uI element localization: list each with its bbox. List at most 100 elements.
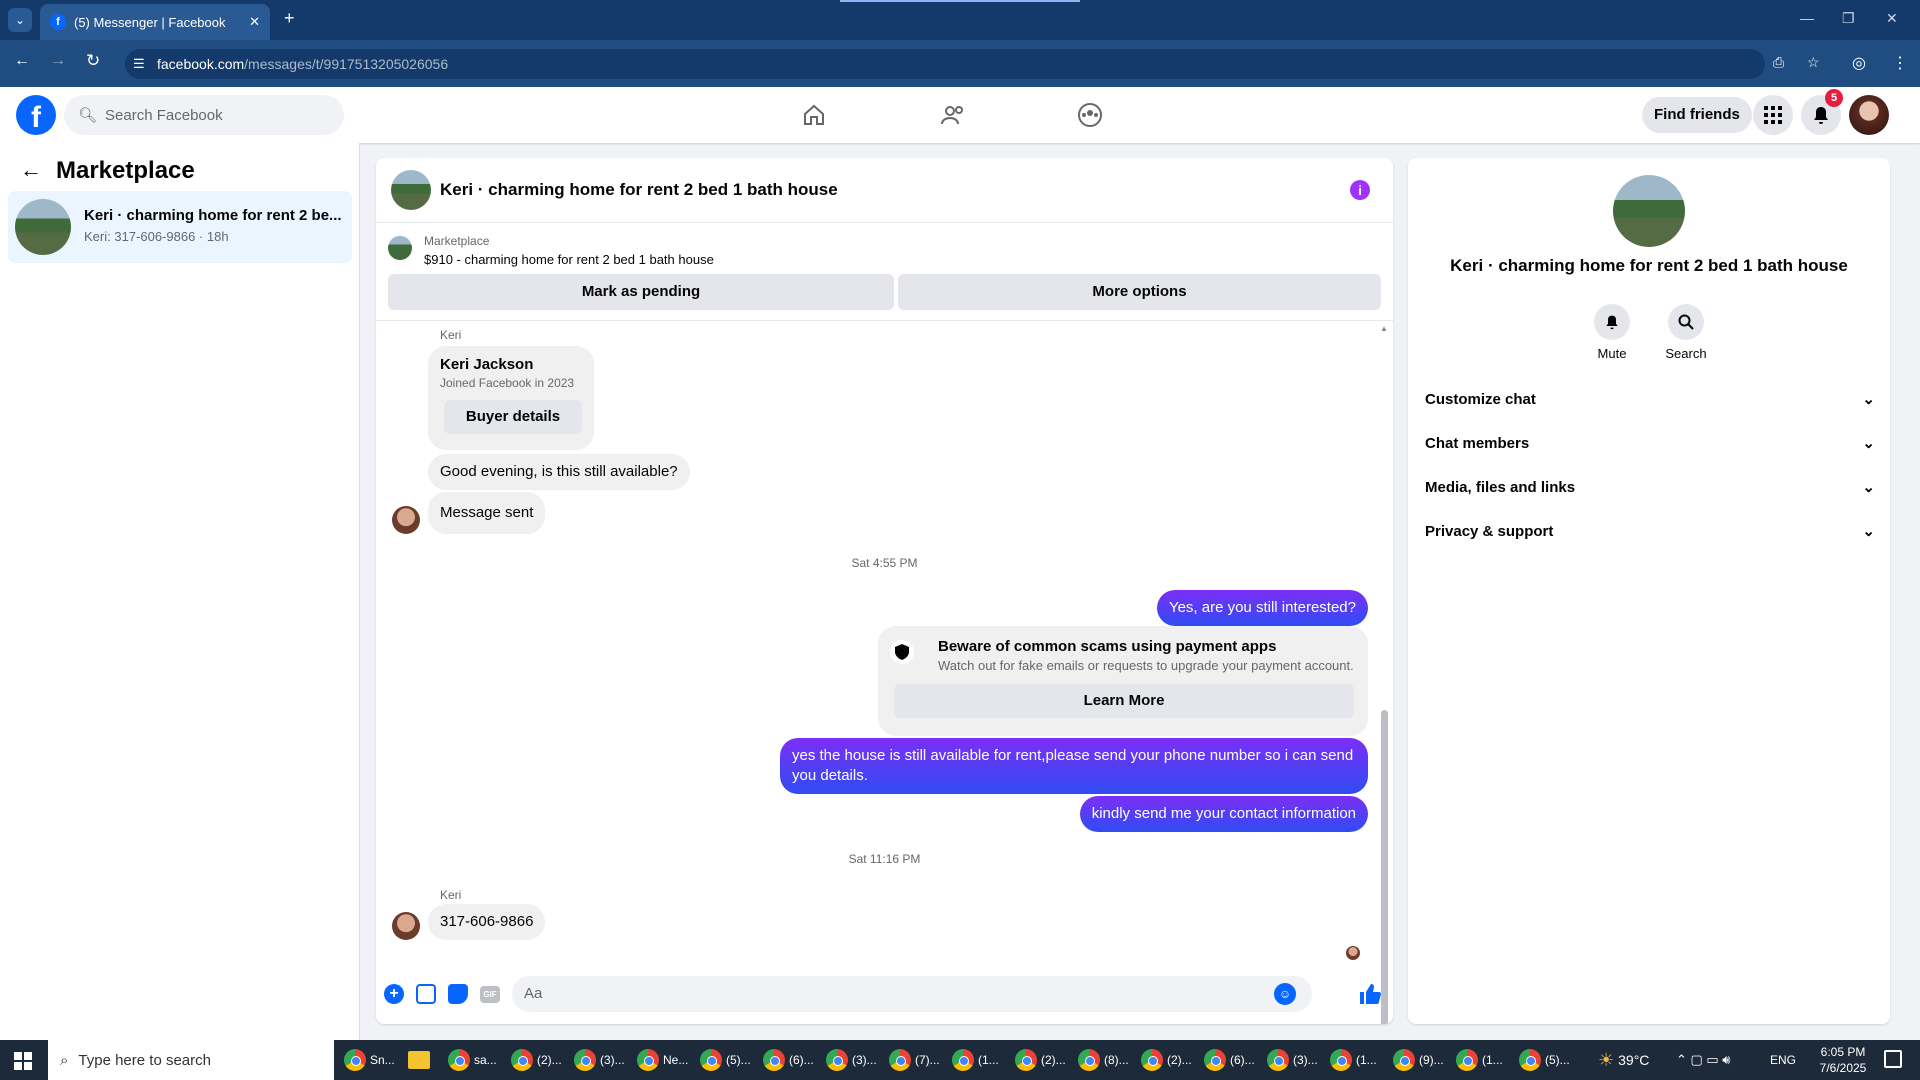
scroll-up-icon[interactable]: ▲ bbox=[1380, 324, 1388, 333]
chat-panel: Keri · charming home for rent 2 bed 1 ba… bbox=[376, 158, 1393, 1024]
listing-title[interactable]: $910 - charming home for rent 2 bed 1 ba… bbox=[424, 252, 714, 267]
taskbar-app[interactable]: (2)... bbox=[511, 1046, 562, 1074]
taskbar-app[interactable]: (2)... bbox=[1015, 1046, 1066, 1074]
taskbar-app[interactable]: (7)... bbox=[889, 1046, 940, 1074]
chat-header-title[interactable]: Keri · charming home for rent 2 bed 1 ba… bbox=[440, 180, 838, 200]
minimize-icon[interactable]: — bbox=[1800, 10, 1814, 26]
search-conversation-button[interactable]: Search bbox=[1656, 304, 1716, 361]
reload-icon[interactable]: ↻ bbox=[86, 51, 100, 71]
message-bubble[interactable]: 317-606-9866 bbox=[428, 904, 546, 940]
browser-profile-icon[interactable]: ◎ bbox=[1852, 53, 1866, 73]
windows-taskbar: ⌕ Type here to search Sn... sa... (2)...… bbox=[0, 1040, 1920, 1080]
taskbar-app[interactable]: (8)... bbox=[1078, 1046, 1129, 1074]
notifications-center-icon[interactable] bbox=[1884, 1050, 1902, 1068]
message-bubble-outgoing[interactable]: Yes, are you still interested? bbox=[1156, 590, 1368, 626]
menu-grid-icon[interactable] bbox=[1753, 95, 1793, 135]
privacy-support-section[interactable]: Privacy & support ⌄ bbox=[1425, 522, 1875, 541]
groups-icon[interactable] bbox=[1077, 102, 1103, 128]
taskbar-app[interactable]: (5)... bbox=[700, 1046, 751, 1074]
chat-members-section[interactable]: Chat members ⌄ bbox=[1425, 434, 1875, 453]
find-friends-button[interactable]: Find friends bbox=[1642, 97, 1752, 133]
chevron-down-icon: ⌄ bbox=[1862, 523, 1875, 540]
taskbar-app[interactable]: (5)... bbox=[1519, 1046, 1570, 1074]
profile-avatar[interactable] bbox=[1849, 95, 1889, 135]
photo-icon[interactable] bbox=[416, 984, 436, 1004]
notifications-bell-icon[interactable]: 5 bbox=[1801, 89, 1843, 135]
scrollbar-track[interactable]: ▲ ▼ bbox=[1379, 324, 1389, 1024]
system-tray-icons[interactable]: ⌃ ▢ ▭ 🔊︎ bbox=[1676, 1046, 1730, 1074]
message-bubble[interactable]: Good evening, is this still available? bbox=[428, 454, 690, 490]
conversation-details-panel: Keri · charming home for rent 2 bed 1 ba… bbox=[1408, 158, 1890, 1024]
customize-chat-section[interactable]: Customize chat ⌄ bbox=[1425, 390, 1875, 409]
media-files-links-section[interactable]: Media, files and links ⌄ bbox=[1425, 478, 1875, 497]
clock[interactable]: 6:05 PM 7/6/2025 bbox=[1808, 1044, 1878, 1076]
taskbar-app[interactable]: Sn... bbox=[344, 1046, 395, 1074]
chevron-down-icon: ⌄ bbox=[1862, 479, 1875, 496]
message-bubble-outgoing[interactable]: yes the house is still available for ren… bbox=[780, 738, 1368, 794]
chrome-icon bbox=[1015, 1049, 1037, 1071]
tab-list-button[interactable]: ⌄ bbox=[8, 8, 32, 32]
close-window-icon[interactable]: ✕ bbox=[1886, 10, 1898, 27]
chat-header-avatar[interactable] bbox=[391, 170, 431, 210]
taskbar-file-explorer[interactable] bbox=[408, 1046, 430, 1074]
taskbar-app[interactable]: (1... bbox=[1456, 1046, 1503, 1074]
message-bubble-outgoing[interactable]: kindly send me your contact information bbox=[1079, 796, 1368, 832]
url-path: /messages/t/9917513205026056 bbox=[244, 56, 449, 72]
facebook-search-input[interactable]: 🔍︎ Search Facebook bbox=[64, 95, 344, 135]
sticker-icon[interactable] bbox=[448, 984, 468, 1004]
chrome-icon bbox=[1456, 1049, 1478, 1071]
more-options-button[interactable]: More options bbox=[898, 274, 1381, 310]
weather-widget[interactable]: ☀ 39°C bbox=[1598, 1046, 1649, 1074]
taskbar-app[interactable]: (2)... bbox=[1141, 1046, 1192, 1074]
add-plus-icon[interactable]: + bbox=[384, 984, 404, 1004]
taskbar-app[interactable]: (6)... bbox=[1204, 1046, 1255, 1074]
conversation-item[interactable]: Keri · charming home for rent 2 be... Ke… bbox=[8, 191, 352, 263]
taskbar-app[interactable]: Ne... bbox=[637, 1046, 688, 1074]
taskbar-search-input[interactable]: ⌕ Type here to search bbox=[48, 1040, 334, 1080]
buyer-details-button[interactable]: Buyer details bbox=[444, 400, 582, 434]
taskbar-app[interactable]: (1... bbox=[952, 1046, 999, 1074]
new-tab-icon[interactable]: + bbox=[284, 8, 295, 29]
tab-title: (5) Messenger | Facebook bbox=[74, 14, 226, 30]
bookmark-star-icon[interactable]: ☆ bbox=[1807, 54, 1820, 71]
taskbar-app[interactable]: (3)... bbox=[826, 1046, 877, 1074]
restore-icon[interactable]: ❐ bbox=[1842, 10, 1855, 27]
search-label: Search bbox=[1665, 346, 1707, 361]
facebook-favicon-icon: f bbox=[50, 14, 66, 30]
friends-icon[interactable] bbox=[940, 103, 966, 127]
forward-icon[interactable]: → bbox=[50, 52, 66, 70]
taskbar-app[interactable]: (9)... bbox=[1393, 1046, 1444, 1074]
info-icon[interactable]: i bbox=[1350, 180, 1370, 200]
gif-icon[interactable]: GIF bbox=[480, 986, 500, 1003]
chrome-icon bbox=[763, 1049, 785, 1071]
taskbar-app[interactable]: sa... bbox=[448, 1046, 497, 1074]
home-icon[interactable] bbox=[802, 103, 826, 127]
sender-label: Keri bbox=[440, 328, 462, 342]
mark-pending-button[interactable]: Mark as pending bbox=[388, 274, 894, 310]
site-info-icon[interactable]: ☰ bbox=[133, 56, 145, 72]
taskbar-app[interactable]: (1... bbox=[1330, 1046, 1377, 1074]
thumbs-up-icon[interactable] bbox=[1358, 982, 1382, 1006]
windows-start-icon[interactable] bbox=[14, 1052, 32, 1070]
taskbar-app[interactable]: (3)... bbox=[1267, 1046, 1318, 1074]
taskbar-search-placeholder: Type here to search bbox=[78, 1051, 211, 1069]
details-avatar[interactable] bbox=[1613, 175, 1685, 247]
bell-icon bbox=[1594, 304, 1630, 340]
emoji-icon[interactable]: ☺ bbox=[1274, 983, 1296, 1005]
back-arrow-icon[interactable]: ← bbox=[20, 157, 42, 183]
message-input[interactable]: Aa ☺ bbox=[512, 976, 1312, 1012]
message-bubble[interactable]: Message sent bbox=[428, 492, 546, 534]
back-icon[interactable]: ← bbox=[14, 52, 30, 70]
learn-more-button[interactable]: Learn More bbox=[894, 684, 1354, 718]
taskbar-app[interactable]: (6)... bbox=[763, 1046, 814, 1074]
language-indicator[interactable]: ENG bbox=[1770, 1046, 1796, 1074]
taskbar-app[interactable]: (3)... bbox=[574, 1046, 625, 1074]
browser-tab-active[interactable]: f (5) Messenger | Facebook ✕ bbox=[40, 4, 270, 40]
url-bar[interactable]: ☰ facebook.com/messages/t/99175132050260… bbox=[125, 49, 1820, 79]
install-icon[interactable]: ⎙ bbox=[1773, 54, 1784, 71]
scrollbar-thumb[interactable] bbox=[1381, 710, 1388, 1024]
mute-button[interactable]: Mute bbox=[1592, 304, 1632, 361]
browser-menu-icon[interactable]: ⋮ bbox=[1892, 53, 1908, 73]
close-tab-icon[interactable]: ✕ bbox=[249, 14, 260, 30]
facebook-logo-icon[interactable]: f bbox=[16, 95, 56, 135]
